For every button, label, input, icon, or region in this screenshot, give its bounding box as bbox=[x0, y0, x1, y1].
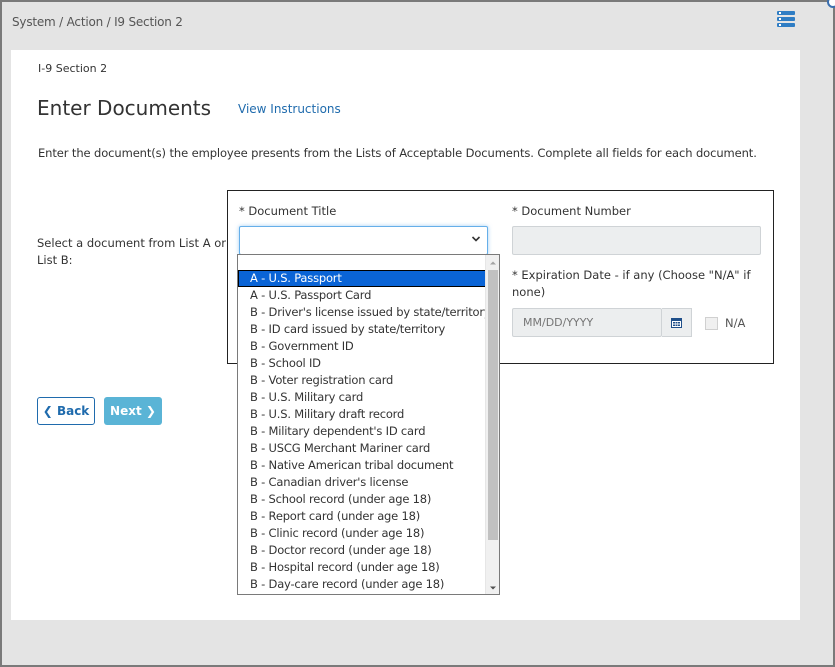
section-label: I-9 Section 2 bbox=[38, 62, 108, 75]
dropdown-option[interactable]: B - U.S. Military draft record bbox=[238, 406, 486, 423]
expiration-date-input[interactable] bbox=[512, 308, 662, 337]
window-corner-indicator bbox=[827, 0, 835, 8]
na-label: N/A bbox=[725, 316, 746, 330]
dropdown-option[interactable]: B - Hospital record (under age 18) bbox=[238, 559, 486, 576]
back-button[interactable]: ❮ Back bbox=[37, 397, 95, 425]
dropdown-option[interactable]: B - U.S. Military card bbox=[238, 389, 486, 406]
dropdown-option[interactable]: B - Canadian driver's license bbox=[238, 474, 486, 491]
next-button[interactable]: Next ❯ bbox=[104, 397, 162, 425]
scroll-up-arrow-icon[interactable] bbox=[486, 255, 499, 269]
document-title-select[interactable] bbox=[239, 226, 488, 255]
scroll-down-arrow-icon[interactable] bbox=[486, 580, 499, 594]
chevron-down-icon bbox=[471, 236, 481, 242]
expiration-date-label: * Expiration Date - if any (Choose "N/A"… bbox=[512, 268, 751, 299]
intro-text: Enter the document(s) the employee prese… bbox=[38, 146, 757, 160]
dropdown-option[interactable]: B - Voter registration card bbox=[238, 372, 486, 389]
back-button-label: Back bbox=[56, 404, 90, 418]
dropdown-option[interactable]: B - Native American tribal document bbox=[238, 457, 486, 474]
dropdown-option[interactable]: B - ID card issued by state/territory bbox=[238, 321, 486, 338]
dropdown-option[interactable]: A - U.S. Passport bbox=[238, 270, 486, 287]
document-title-label: * Document Title bbox=[239, 204, 337, 218]
dropdown-option[interactable]: B - Military dependent's ID card bbox=[238, 423, 486, 440]
calendar-icon bbox=[671, 318, 682, 328]
dropdown-option[interactable]: B - Government ID bbox=[238, 338, 486, 355]
document-title-dropdown[interactable]: A - U.S. Passport A - U.S. Passport Card B… bbox=[237, 254, 500, 595]
scrollbar-thumb[interactable] bbox=[488, 270, 498, 540]
chevron-right-icon: ❯ bbox=[145, 404, 156, 418]
dropdown-option[interactable]: A - U.S. Passport Card bbox=[238, 287, 486, 304]
breadcrumb: System / Action / I9 Section 2 bbox=[12, 15, 183, 29]
dropdown-option[interactable]: B - School ID bbox=[238, 355, 486, 372]
document-number-input[interactable] bbox=[512, 226, 761, 255]
dropdown-options-list: A - U.S. Passport A - U.S. Passport Card B… bbox=[238, 270, 491, 593]
dropdown-scrollbar[interactable] bbox=[485, 255, 499, 594]
dropdown-option[interactable]: B - Day-care record (under age 18) bbox=[238, 576, 486, 593]
next-button-label: Next bbox=[110, 404, 142, 418]
list-menu-icon[interactable] bbox=[777, 11, 795, 27]
select-document-prompt: Select a document from List A or List B: bbox=[37, 236, 226, 267]
dropdown-option[interactable]: B - Driver's license issued by state/ter… bbox=[238, 304, 491, 321]
document-number-label: * Document Number bbox=[512, 204, 631, 218]
dropdown-option[interactable]: B - Doctor record (under age 18) bbox=[238, 542, 486, 559]
page-title: Enter Documents bbox=[37, 96, 212, 120]
calendar-button[interactable] bbox=[662, 308, 692, 337]
dropdown-option[interactable]: B - USCG Merchant Mariner card bbox=[238, 440, 486, 457]
dropdown-option[interactable]: B - School record (under age 18) bbox=[238, 491, 486, 508]
dropdown-option[interactable]: B - Clinic record (under age 18) bbox=[238, 525, 486, 542]
na-checkbox[interactable] bbox=[705, 317, 718, 330]
chevron-left-icon: ❮ bbox=[42, 404, 53, 418]
view-instructions-link[interactable]: View Instructions bbox=[238, 102, 341, 116]
dropdown-option[interactable]: B - Report card (under age 18) bbox=[238, 508, 486, 525]
